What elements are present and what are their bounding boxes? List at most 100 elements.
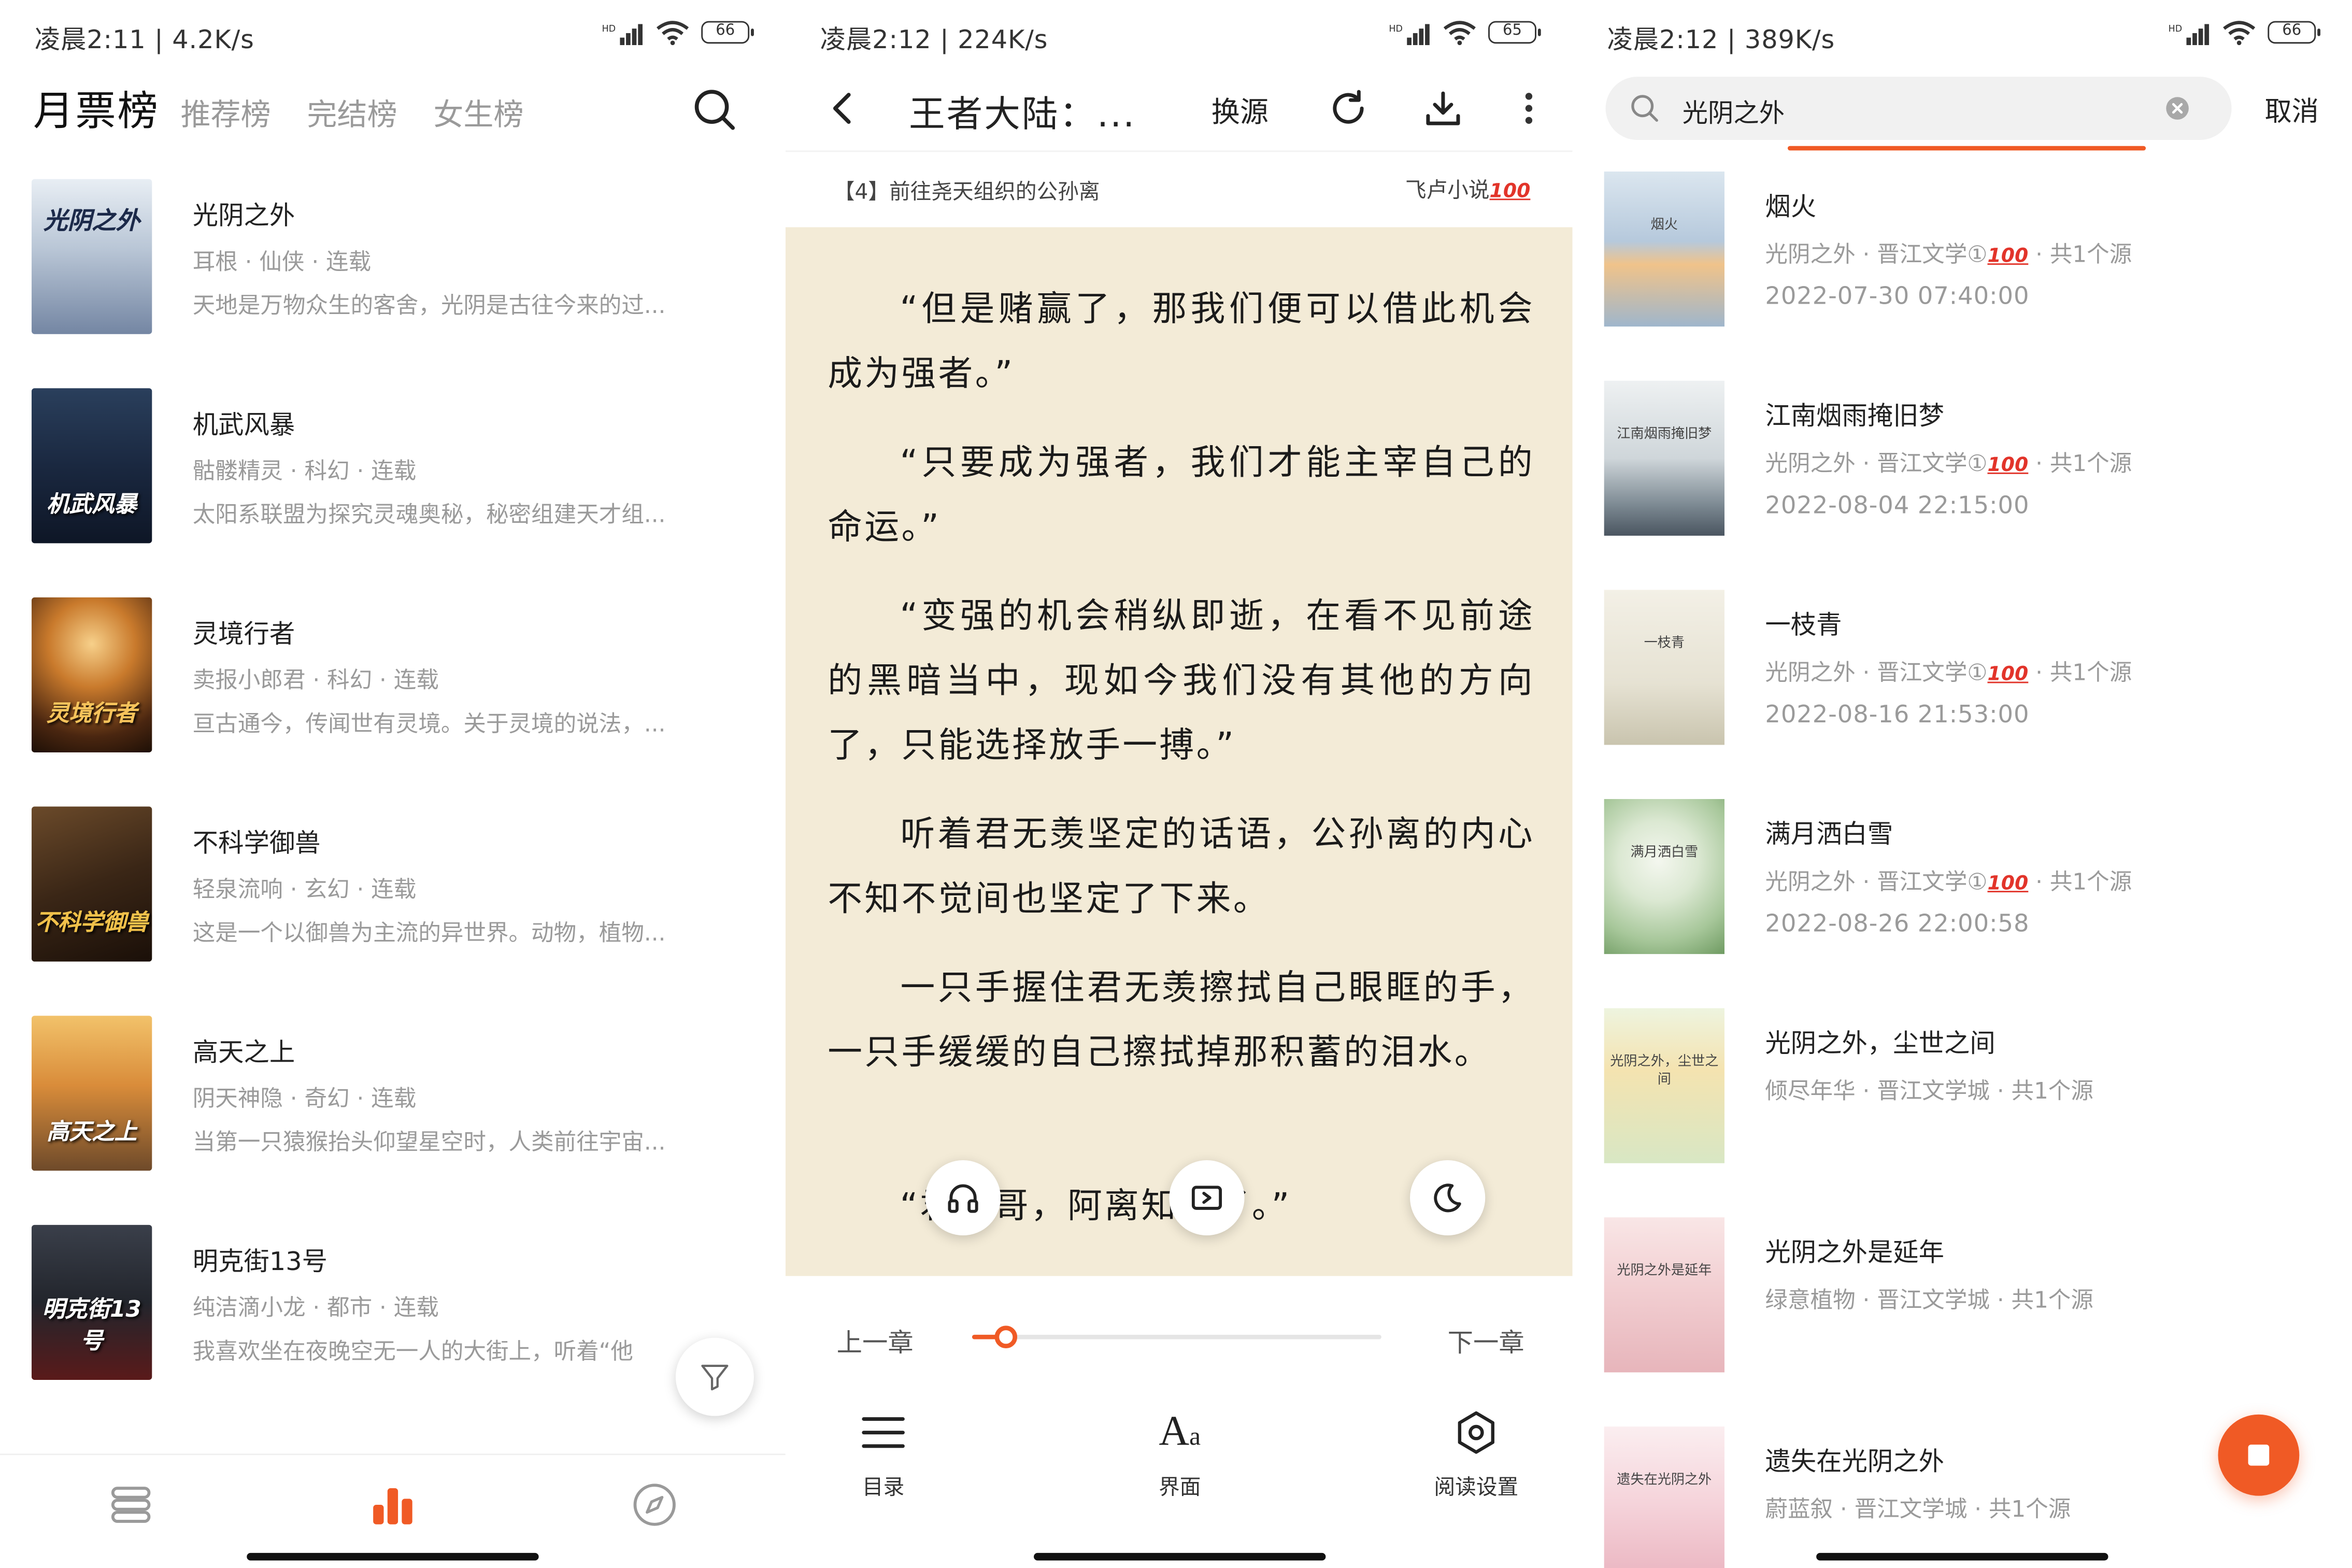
- aa-small: a: [1189, 1422, 1201, 1451]
- ranking-icon[interactable]: [367, 1479, 419, 1531]
- stop-search-button[interactable]: [2218, 1414, 2300, 1496]
- result-cover: 一枝青: [1604, 590, 1724, 745]
- download-icon[interactable]: [1422, 87, 1464, 129]
- moon-icon: [1434, 1184, 1461, 1213]
- book-item[interactable]: 光阴之外 光阴之外 耳根 · 仙侠 · 连载 天地是万物众生的客舍，光阴是古往今…: [0, 173, 786, 382]
- signal-icon: HD: [602, 23, 643, 45]
- tab-finished[interactable]: 完结榜: [307, 90, 397, 134]
- book-item[interactable]: 不科学御兽 不科学御兽 轻泉流响 · 玄幻 · 连载 这是一个以御兽为主流的异世…: [0, 801, 786, 1010]
- result-cover: 光阴之外是延年: [1604, 1217, 1724, 1373]
- result-meta: 蔚蓝叙 · 晋江文学城 · 共1个源: [1765, 1495, 2071, 1523]
- change-source-button[interactable]: 换源: [1211, 90, 1268, 131]
- hundred-badge: 100: [1987, 454, 2029, 477]
- book-meta: 卖报小郎君 · 科幻 · 连载: [192, 666, 439, 694]
- chapter-progress-slider[interactable]: [972, 1325, 1381, 1348]
- home-indicator: [1033, 1552, 1325, 1561]
- result-title: 光阴之外，尘世之间: [1765, 1029, 1995, 1060]
- wifi-icon: [657, 21, 689, 46]
- result-title: 烟火: [1765, 192, 1817, 223]
- status-time: 凌晨2:12 | 224K/s: [820, 25, 1048, 56]
- chapter-header: 【4】前往尧天组织的公孙离 飞卢小说100: [785, 150, 1573, 226]
- settings-hexagon-icon: [1458, 1411, 1494, 1454]
- book-meta: 轻泉流响 · 玄幻 · 连载: [192, 876, 417, 903]
- cancel-button[interactable]: 取消: [2265, 90, 2319, 130]
- result-cover: 满月洒白雪: [1604, 799, 1724, 954]
- book-title: 机武风暴: [192, 410, 295, 441]
- tab-monthly-ticket[interactable]: 月票榜: [33, 78, 160, 137]
- prev-chapter-button[interactable]: 上一章: [837, 1321, 914, 1359]
- book-desc: 亘古通今，传闻世有灵境。关于灵境的说法，...: [192, 710, 666, 737]
- cover-title: 不科学御兽: [35, 909, 149, 936]
- book-title: 不科学御兽: [192, 829, 321, 860]
- hundred-badge: 100: [1987, 873, 2029, 895]
- book-item[interactable]: 高天之上 高天之上 阴天神隐 · 奇幻 · 连载 当第一只猿猴抬头仰望星空时，人…: [0, 1010, 786, 1219]
- search-icon: [1631, 95, 1658, 122]
- result-item[interactable]: 江南烟雨掩旧梦 江南烟雨掩旧梦 光阴之外 · 晋江文学①100 · 共1个源 2…: [1573, 379, 2352, 589]
- result-item[interactable]: 光阴之外是延年 光阴之外是延年 绿意植物 · 晋江文学城 · 共1个源: [1573, 1216, 2352, 1425]
- next-chapter-button[interactable]: 下一章: [1448, 1321, 1524, 1359]
- result-meta: 光阴之外 · 晋江文学①100 · 共1个源: [1765, 659, 2132, 687]
- book-title: 光阴之外: [192, 202, 295, 232]
- night-mode-button[interactable]: [1410, 1160, 1486, 1236]
- result-item[interactable]: 烟火 烟火 光阴之外 · 晋江文学①100 · 共1个源 2022-07-30 …: [1573, 170, 2352, 379]
- source-name: 飞卢小说: [1405, 179, 1490, 204]
- result-meta: 光阴之外 · 晋江文学①100 · 共1个源: [1765, 240, 2132, 268]
- result-title: 一枝青: [1765, 611, 1842, 642]
- result-meta: 光阴之外 · 晋江文学①100 · 共1个源: [1765, 450, 2132, 477]
- source-label: 飞卢小说100: [1405, 175, 1530, 205]
- cover-title: 高天之上: [46, 1118, 137, 1145]
- bottom-nav: [0, 1453, 786, 1568]
- book-title: 灵境行者: [192, 620, 295, 650]
- search-input[interactable]: 光阴之外: [1605, 77, 2232, 140]
- book-item[interactable]: 机武风暴 机武风暴 骷髅精灵 · 科幻 · 连载 太阳系联盟为探究灵魂奥秘，秘密…: [0, 382, 786, 592]
- paragraph: “变强的机会稍纵即逝，在看不见前途的黑暗当中，现如今我们没有其他的方向了，只能选…: [828, 597, 1535, 766]
- home-indicator: [1816, 1552, 2108, 1561]
- result-item[interactable]: 一枝青 一枝青 光阴之外 · 晋江文学①100 · 共1个源 2022-08-1…: [1573, 588, 2352, 797]
- filter-button[interactable]: [675, 1337, 754, 1416]
- book-item[interactable]: 明克街13号 明克街13号 纯洁滴小龙 · 都市 · 连载 我喜欢坐在夜晚空无一…: [0, 1219, 786, 1428]
- home-indicator: [247, 1552, 539, 1561]
- rank-tabs: 月票榜 推荐榜 完结榜 女生榜: [33, 78, 560, 137]
- listen-button[interactable]: [925, 1160, 1001, 1236]
- book-desc: 天地是万物众生的客舍，光阴是古往今来的过...: [192, 292, 666, 319]
- battery-icon: 66: [701, 21, 754, 44]
- cover-title: 一枝青: [1644, 636, 1685, 652]
- toc-button[interactable]: 目录: [808, 1408, 958, 1502]
- status-icons: HD 66: [602, 20, 754, 46]
- headphones-icon: [948, 1184, 978, 1213]
- tab-female[interactable]: 女生榜: [433, 90, 523, 134]
- cover-title: 烟火: [1650, 218, 1678, 234]
- reading-area[interactable]: “但是赌赢了，那我们便可以借此机会成为强者。” “只要成为强者，我们才能主宰自己…: [785, 227, 1573, 1276]
- cover-title: 光阴之外是延年: [1617, 1264, 1712, 1279]
- status-bar: 凌晨2:12 | 224K/s HD 65: [786, 0, 1573, 66]
- more-icon[interactable]: [1508, 87, 1550, 129]
- search-icon[interactable]: [692, 87, 737, 132]
- battery-icon: 65: [1488, 21, 1541, 44]
- aa-big: A: [1159, 1408, 1190, 1456]
- clear-icon[interactable]: [2165, 96, 2189, 120]
- ranking-screen: 凌晨2:11 | 4.2K/s HD 66 月票榜 推荐榜 完结榜 女生榜 光阴…: [0, 0, 786, 1568]
- result-item[interactable]: 满月洒白雪 满月洒白雪 光阴之外 · 晋江文学①100 · 共1个源 2022-…: [1573, 797, 2352, 1007]
- interface-button[interactable]: Aa 界面: [1105, 1408, 1255, 1502]
- book-desc: 当第一只猿猴抬头仰望星空时，人类前往宇宙...: [192, 1129, 666, 1156]
- compass-icon[interactable]: [629, 1479, 680, 1531]
- read-settings-button[interactable]: 阅读设置: [1401, 1408, 1551, 1502]
- status-bar: 凌晨2:11 | 4.2K/s HD 66: [0, 0, 786, 66]
- result-item[interactable]: 光阴之外，尘世之间 光阴之外，尘世之间 倾尽年华 · 晋江文学城 · 共1个源: [1573, 1007, 2352, 1216]
- auto-page-button[interactable]: [1169, 1160, 1245, 1236]
- reader-toolbar: 王者大陆：... 换源: [785, 66, 1573, 151]
- book-item[interactable]: 灵境行者 灵境行者 卖报小郎君 · 科幻 · 连载 亘古通今，传闻世有灵境。关于…: [0, 591, 786, 801]
- result-cover: 江南烟雨掩旧梦: [1604, 380, 1724, 536]
- paragraph: 听着君无羡坚定的话语，公孙离的内心不知不觉间也坚定了下来。: [828, 815, 1535, 920]
- book-desc: 这是一个以御兽为主流的异世界。动物，植物...: [192, 919, 666, 947]
- tab-recommend[interactable]: 推荐榜: [180, 90, 270, 134]
- bookshelf-icon[interactable]: [105, 1479, 156, 1531]
- slider-thumb[interactable]: [994, 1325, 1017, 1348]
- book-cover: 不科学御兽: [31, 806, 152, 962]
- result-meta: 绿意植物 · 晋江文学城 · 共1个源: [1765, 1286, 2093, 1314]
- font-size-icon: Aa: [1105, 1408, 1255, 1457]
- back-icon[interactable]: [822, 87, 864, 129]
- refresh-icon[interactable]: [1327, 87, 1369, 129]
- reader-bottom-panel: 上一章 下一章 目录 Aa 界面 阅读设置: [785, 1276, 1573, 1568]
- status-time: 凌晨2:12 | 389K/s: [1607, 25, 1835, 56]
